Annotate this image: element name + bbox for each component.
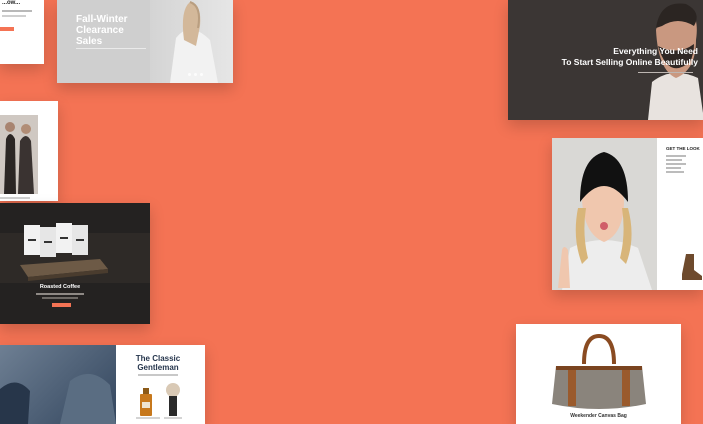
hero-subtitle-line	[76, 48, 146, 49]
hero-headline-line: Everything You Need	[613, 46, 698, 56]
models-illustration	[4, 122, 34, 194]
theme-preview-card-everything[interactable]: Everything You Need To Start Selling Onl…	[508, 0, 703, 120]
hero-headline: Everything You Need To Start Selling Onl…	[548, 46, 698, 68]
cta-button[interactable]	[0, 27, 14, 31]
text-line	[666, 167, 681, 169]
barber-photo	[0, 345, 116, 424]
text-line	[2, 10, 32, 12]
model-photo	[150, 0, 233, 83]
slider-dot[interactable]	[200, 73, 203, 76]
coffee-bags-illustration	[0, 223, 150, 283]
theme-preview-card-topleft[interactable]: ...ow...	[0, 0, 44, 64]
model-illustration	[170, 1, 218, 83]
text-line	[666, 163, 686, 165]
slider-dot[interactable]	[188, 73, 191, 76]
card-title: ...ow...	[2, 0, 21, 6]
theme-preview-card-roasted-coffee[interactable]: Roasted Coffee	[0, 203, 150, 324]
product-description-line	[36, 293, 84, 295]
beanie-girl-photo	[552, 138, 657, 290]
text-line	[666, 171, 684, 173]
bag-illustration	[552, 334, 646, 409]
boot-illustration	[682, 254, 702, 280]
theme-preview-card-fall-winter[interactable]: Fall-Winter Clearance Sales	[57, 0, 233, 83]
caption-line	[0, 197, 30, 199]
text-line	[666, 159, 682, 161]
models-photo	[0, 115, 38, 194]
product-title: Weekender Canvas Bag	[570, 413, 627, 419]
shop-button[interactable]	[52, 303, 71, 307]
slider-dot[interactable]	[194, 73, 197, 76]
hero-title: The Classic Gentleman	[135, 354, 181, 372]
theme-preview-card-weekender-bag[interactable]: Weekender Canvas Bag	[516, 324, 681, 424]
product-title: Roasted Coffee	[39, 284, 81, 290]
text-line	[2, 15, 26, 17]
text-line	[666, 155, 686, 157]
product-description-line	[42, 297, 78, 299]
theme-preview-card-gentleman[interactable]: The Classic Gentleman	[0, 345, 205, 424]
girl-illustration	[558, 152, 652, 290]
theme-preview-card-models[interactable]	[0, 101, 58, 201]
section-heading: GET THE LOOK	[666, 146, 700, 151]
barber-illustration	[0, 373, 116, 424]
grooming-products-illustration	[136, 383, 182, 419]
hero-title: Fall-Winter Clearance Sales	[76, 14, 128, 47]
theme-preview-card-get-the-look[interactable]: GET THE LOOK	[552, 138, 703, 290]
hero-subtitle-line	[138, 374, 178, 376]
hero-headline-line: To Start Selling Online Beautifully	[561, 57, 698, 67]
hero-subtitle-line	[638, 72, 693, 73]
